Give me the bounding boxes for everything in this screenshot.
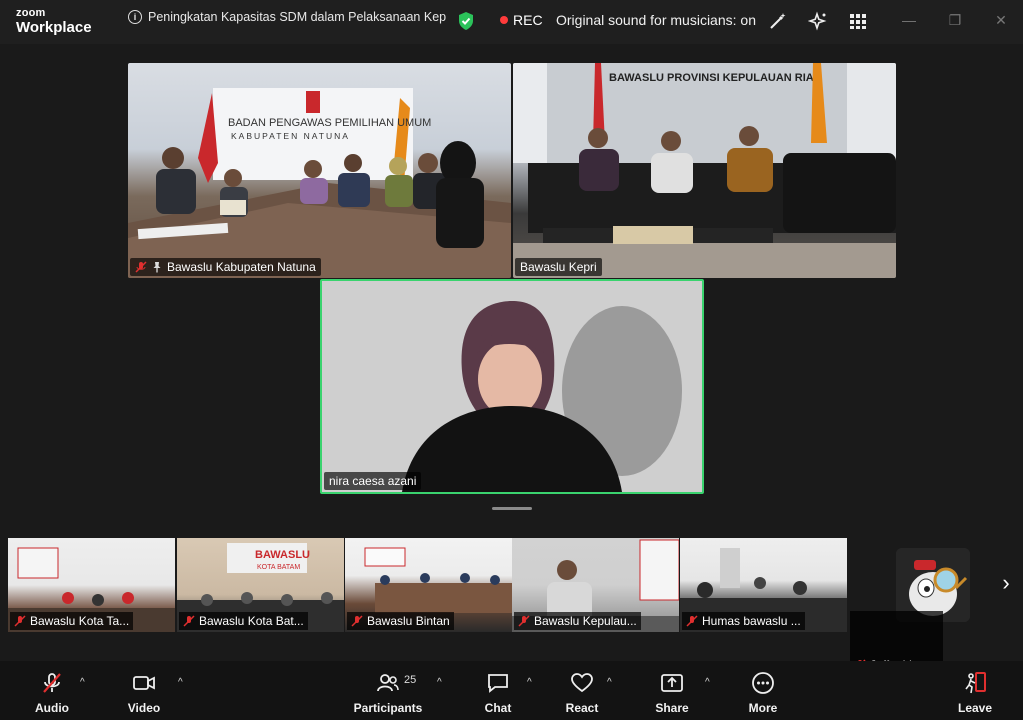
more-label: More: [748, 701, 778, 715]
tile-label-kepri: Bawaslu Kepri: [515, 258, 602, 276]
leave-icon: [965, 672, 986, 694]
participant-name: Bawaslu Kota Ta...: [30, 614, 130, 628]
share-screen-icon: [661, 674, 683, 692]
nira-video-scene: [322, 281, 702, 492]
react-options-chevron-icon[interactable]: ^: [607, 677, 612, 688]
meeting-title: Peningkatan Kapasitas SDM dalam Pelaksan…: [148, 10, 447, 24]
mic-muted-icon: [518, 615, 530, 627]
chat-button[interactable]: Chat: [463, 671, 533, 715]
kepri-room-scene: BAWASLU PROVINSI KEPULAUAN RIAU: [513, 63, 896, 278]
natuna-banner-line2: KABUPATEN NATUNA: [231, 131, 350, 141]
mic-muted-icon: [686, 615, 698, 627]
leave-button[interactable]: Leave: [940, 671, 1010, 715]
heart-icon: [571, 673, 593, 693]
audio-button[interactable]: Audio: [17, 671, 87, 715]
participant-name: Bawaslu Kepri: [520, 260, 597, 274]
meeting-info[interactable]: i Peningkatan Kapasitas SDM dalam Pelaks…: [128, 10, 446, 24]
video-tile-kepri[interactable]: BAWASLU PROVINSI KEPULAUAN RIAU Bawaslu …: [513, 63, 896, 278]
share-button[interactable]: Share: [637, 671, 707, 715]
strip-tile[interactable]: Bawaslu Kepulau...: [512, 538, 679, 632]
drag-handle[interactable]: [492, 507, 532, 510]
audio-label: Audio: [35, 701, 69, 715]
mic-muted-icon: [43, 673, 61, 693]
sign-line1: BAWASLU: [255, 549, 310, 561]
audio-options-chevron-icon[interactable]: ^: [80, 677, 85, 688]
participant-name: Humas bawaslu ...: [702, 614, 801, 628]
chat-options-chevron-icon[interactable]: ^: [527, 677, 532, 688]
participant-name: Bawaslu Kota Bat...: [199, 614, 304, 628]
video-camera-icon: [133, 676, 155, 690]
video-tile-nira-active-speaker[interactable]: nira caesa azani: [320, 279, 704, 494]
video-label: Video: [127, 701, 161, 715]
participant-name: Bawaslu Kabupaten Natuna: [167, 260, 316, 274]
participants-count-badge: 25: [404, 674, 417, 686]
tile-label: Bawaslu Bintan: [347, 612, 454, 630]
tile-label-nira: nira caesa azani: [324, 472, 422, 490]
sound-status[interactable]: Original sound for musicians: on: [556, 12, 756, 28]
minimize-icon[interactable]: —: [900, 12, 918, 30]
info-icon[interactable]: i: [128, 10, 142, 24]
next-page-arrow-icon[interactable]: ›: [996, 570, 1016, 600]
strip-tile[interactable]: BAWASLU KOTA BATAM Bawaslu Kota Bat...: [177, 538, 344, 632]
brand-top: zoom: [16, 7, 46, 19]
share-label: Share: [655, 701, 689, 715]
zoom-logo: zoom Workplace: [16, 7, 92, 36]
tile-label: Bawaslu Kota Ta...: [10, 612, 134, 630]
participants-options-chevron-icon[interactable]: ^: [437, 677, 442, 688]
recording-indicator[interactable]: REC: [500, 12, 543, 28]
chat-label: Chat: [484, 701, 512, 715]
leave-label: Leave: [957, 701, 993, 715]
more-button[interactable]: More: [728, 671, 798, 715]
natuna-room-scene: BADAN PENGAWAS PEMILIHAN UMUM KABUPATEN …: [128, 88, 511, 278]
restore-icon[interactable]: ❐: [946, 12, 964, 30]
react-label: React: [565, 701, 599, 715]
video-button[interactable]: Video: [109, 671, 179, 715]
tile-label: Bawaslu Kota Bat...: [179, 612, 308, 630]
video-tile-natuna[interactable]: BADAN PENGAWAS PEMILIHAN UMUM KABUPATEN …: [128, 63, 511, 278]
participant-name: nira caesa azani: [329, 474, 417, 488]
meeting-toolbar: Audio ^ Video ^ Participants ^ Chat ^ Re…: [0, 661, 1023, 720]
gallery-view-icon[interactable]: [848, 11, 868, 31]
participants-icon: [377, 674, 399, 692]
more-dots-icon: [752, 672, 774, 694]
kepri-banner-line1: BAWASLU PROVINSI KEPULAUAN RIAU: [609, 72, 822, 84]
pin-icon: [153, 262, 161, 273]
chat-bubble-icon: [488, 674, 508, 693]
strip-tile[interactable]: Bawaslu Bintan: [345, 538, 512, 632]
ai-sparkle-icon[interactable]: [807, 11, 828, 31]
share-options-chevron-icon[interactable]: ^: [705, 677, 710, 688]
close-icon[interactable]: ✕: [992, 12, 1010, 30]
title-bar: zoom Workplace i Peningkatan Kapasitas S…: [0, 0, 1023, 44]
video-options-chevron-icon[interactable]: ^: [178, 677, 183, 688]
shield-icon[interactable]: [457, 11, 475, 36]
tile-label: Bawaslu Kepulau...: [514, 612, 641, 630]
mic-muted-icon: [135, 261, 147, 273]
strip-tile[interactable]: Humas bawaslu ...: [680, 538, 847, 632]
brand-bottom: Workplace: [16, 19, 92, 36]
sign-line2: KOTA BATAM: [257, 564, 300, 571]
mic-muted-icon: [183, 615, 195, 627]
rec-dot-icon: [500, 16, 508, 24]
participant-name: Bawaslu Kepulau...: [534, 614, 637, 628]
tile-label: Humas bawaslu ...: [682, 612, 805, 630]
rec-label: REC: [513, 12, 543, 28]
mic-muted-icon: [351, 615, 363, 627]
magic-wand-icon[interactable]: [768, 11, 788, 31]
mic-muted-icon: [14, 615, 26, 627]
participant-name: Bawaslu Bintan: [367, 614, 450, 628]
natuna-banner-line1: BADAN PENGAWAS PEMILIHAN UMUM: [228, 117, 431, 129]
strip-tile[interactable]: Bawaslu Kota Ta...: [8, 538, 175, 632]
participants-label: Participants: [353, 701, 423, 715]
tile-label-natuna: Bawaslu Kabupaten Natuna: [130, 258, 321, 276]
